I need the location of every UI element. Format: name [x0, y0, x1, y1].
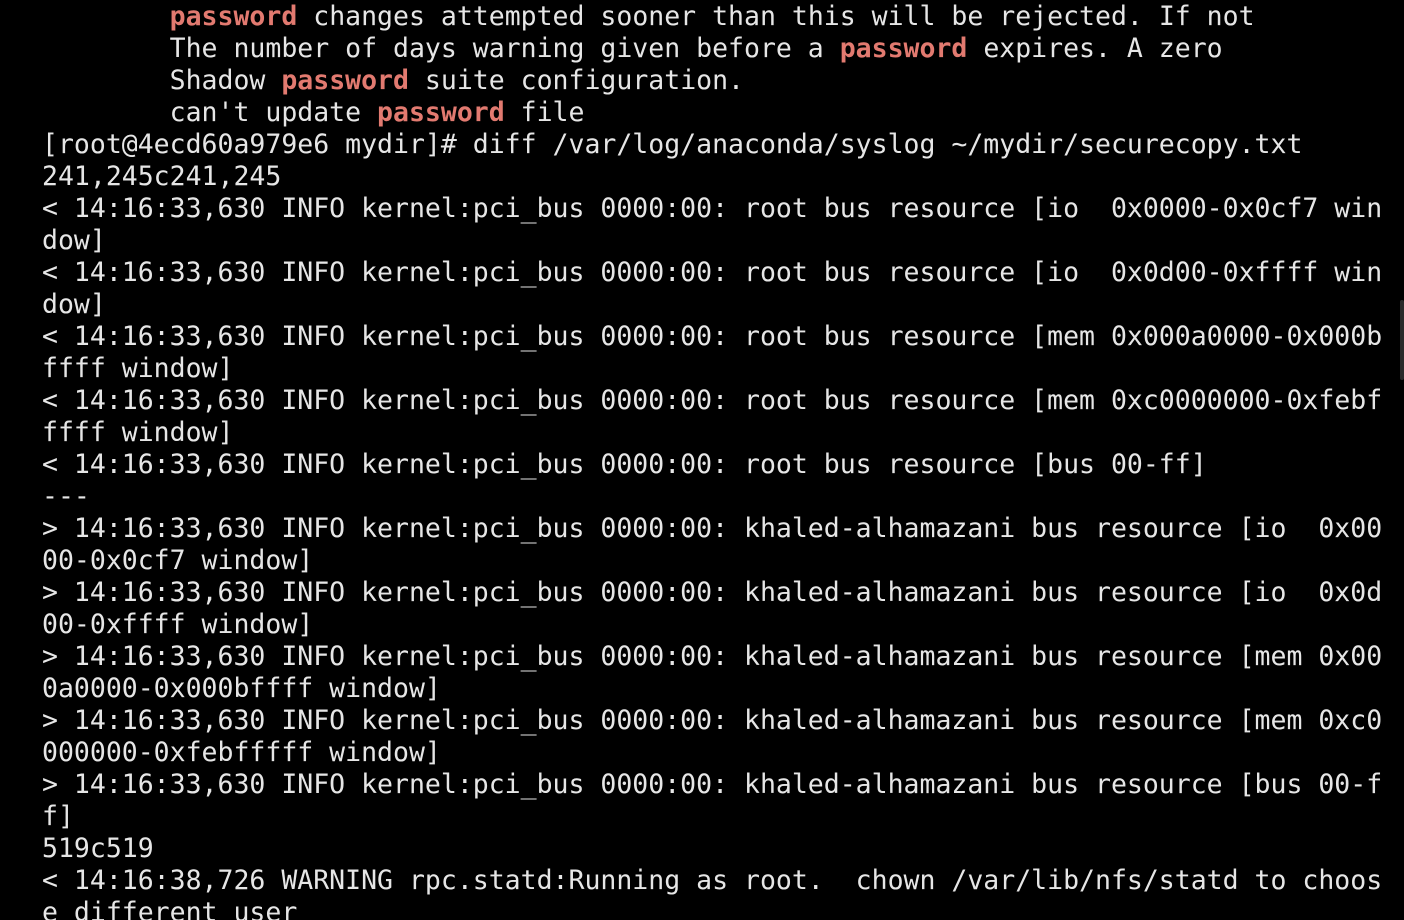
terminal-line: > 14:16:33,630 INFO kernel:pci_bus 0000:…: [42, 513, 1382, 545]
terminal-line: f]: [42, 801, 1382, 833]
terminal-text: 00-0xffff window]: [42, 609, 314, 640]
terminal-text: 00-0x0cf7 window]: [42, 545, 314, 576]
terminal-line: < 14:16:33,630 INFO kernel:pci_bus 0000:…: [42, 193, 1382, 225]
terminal-line: < 14:16:33,630 INFO kernel:pci_bus 0000:…: [42, 385, 1382, 417]
terminal-line: ffff window]: [42, 353, 1382, 385]
terminal-line: > 14:16:33,630 INFO kernel:pci_bus 0000:…: [42, 577, 1382, 609]
terminal-text: 241,245c241,245: [42, 161, 282, 192]
terminal-line: < 14:16:33,630 INFO kernel:pci_bus 0000:…: [42, 321, 1382, 353]
terminal-text: > 14:16:33,630 INFO kernel:pci_bus 0000:…: [42, 577, 1383, 608]
terminal-text: < 14:16:38,726 WARNING rpc.statd:Running…: [42, 865, 1383, 896]
terminal-line: [root@4ecd60a979e6 mydir]# diff /var/log…: [42, 129, 1382, 161]
terminal-text: The number of days warning given before …: [42, 33, 840, 64]
terminal-line: 0a0000-0x000bffff window]: [42, 673, 1382, 705]
terminal-text: > 14:16:33,630 INFO kernel:pci_bus 0000:…: [42, 769, 1383, 800]
terminal-line: dow]: [42, 225, 1382, 257]
terminal-text: ffff window]: [42, 353, 234, 384]
terminal-text: 519c519: [42, 833, 154, 864]
terminal-line: 00-0xffff window]: [42, 609, 1382, 641]
terminal-line: Shadow password suite configuration.: [42, 65, 1382, 97]
terminal-text: 000000-0xfebfffff window]: [42, 737, 441, 768]
search-match-highlight: password: [839, 33, 968, 64]
terminal-line: can't update password file: [42, 97, 1382, 129]
terminal-text: < 14:16:33,630 INFO kernel:pci_bus 0000:…: [42, 449, 1207, 480]
search-match-highlight: password: [281, 65, 409, 96]
terminal-text: dow]: [42, 289, 106, 320]
terminal-line: < 14:16:33,630 INFO kernel:pci_bus 0000:…: [42, 449, 1382, 481]
terminal-line: 241,245c241,245: [42, 161, 1382, 193]
terminal-text: [root@4ecd60a979e6 mydir]# diff /var/log…: [42, 129, 1303, 160]
terminal-text: < 14:16:33,630 INFO kernel:pci_bus 0000:…: [42, 193, 1383, 224]
search-match-highlight: password: [169, 1, 298, 32]
terminal-line: password changes attempted sooner than t…: [42, 1, 1382, 33]
terminal-text: Shadow: [42, 65, 282, 96]
terminal-text: 0a0000-0x000bffff window]: [42, 673, 441, 704]
scrollbar-thumb[interactable]: [1400, 300, 1404, 380]
terminal-text: < 14:16:33,630 INFO kernel:pci_bus 0000:…: [42, 257, 1383, 288]
terminal-line: 000000-0xfebfffff window]: [42, 737, 1382, 769]
terminal-text: > 14:16:33,630 INFO kernel:pci_bus 0000:…: [42, 513, 1383, 544]
terminal-text: f]: [42, 801, 74, 832]
terminal-line: e different user: [42, 897, 1382, 920]
terminal-text: < 14:16:33,630 INFO kernel:pci_bus 0000:…: [42, 321, 1383, 352]
terminal-text: > 14:16:33,630 INFO kernel:pci_bus 0000:…: [42, 705, 1383, 736]
terminal-line: < 14:16:33,630 INFO kernel:pci_bus 0000:…: [42, 257, 1382, 289]
terminal-text: dow]: [42, 225, 106, 256]
terminal-text: expires. A zero: [967, 33, 1223, 64]
terminal-line: > 14:16:33,630 INFO kernel:pci_bus 0000:…: [42, 769, 1382, 801]
terminal-line: 519c519: [42, 833, 1382, 865]
search-match-highlight: password: [377, 97, 505, 128]
terminal-text: e different user: [42, 897, 298, 920]
terminal-text: < 14:16:33,630 INFO kernel:pci_bus 0000:…: [42, 385, 1383, 416]
terminal-text: ---: [42, 481, 90, 512]
terminal-text: ffff window]: [42, 417, 234, 448]
terminal-line: The number of days warning given before …: [42, 33, 1382, 65]
terminal-line: dow]: [42, 289, 1382, 321]
terminal-text: file: [504, 97, 585, 128]
terminal-window[interactable]: password changes attempted sooner than t…: [0, 0, 1404, 920]
terminal-text: > 14:16:33,630 INFO kernel:pci_bus 0000:…: [42, 641, 1383, 672]
terminal-line: < 14:16:38,726 WARNING rpc.statd:Running…: [42, 865, 1382, 897]
terminal-line: > 14:16:33,630 INFO kernel:pci_bus 0000:…: [42, 641, 1382, 673]
terminal-output[interactable]: password changes attempted sooner than t…: [42, 1, 1382, 920]
terminal-line: ffff window]: [42, 417, 1382, 449]
terminal-text: can't update: [42, 97, 378, 128]
terminal-line: > 14:16:33,630 INFO kernel:pci_bus 0000:…: [42, 705, 1382, 737]
terminal-line: 00-0x0cf7 window]: [42, 545, 1382, 577]
terminal-text: suite configuration.: [408, 65, 745, 96]
terminal-line: ---: [42, 481, 1382, 513]
terminal-text: changes attempted sooner than this will …: [297, 1, 1255, 32]
